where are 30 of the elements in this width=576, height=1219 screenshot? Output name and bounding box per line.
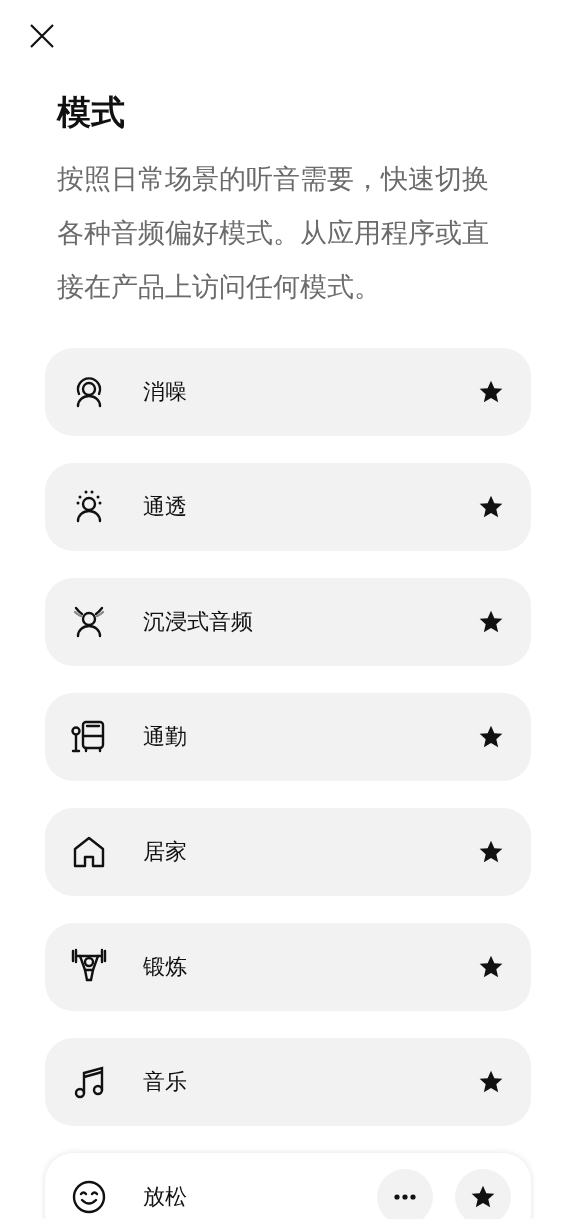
mode-label: 通勤 (143, 723, 188, 751)
mode-label: 消噪 (143, 378, 188, 406)
more-icon (394, 1194, 416, 1200)
mode-card[interactable]: 居家 (45, 808, 531, 896)
description-text: 按照日常场景的听音需要，快速切换各种音频偏好模式。从应用程序或直接在产品上访问任何模式。 (57, 162, 490, 304)
mode-label: 锻炼 (143, 953, 188, 981)
mode-card[interactable]: 消噪 (45, 348, 531, 436)
star-icon (478, 724, 504, 750)
mode-label: 居家 (143, 838, 188, 866)
mode-card[interactable]: 锻炼 (45, 923, 531, 1011)
mode-card[interactable]: 放松 (45, 1153, 531, 1219)
favorite-button[interactable] (455, 1169, 511, 1219)
star-icon (478, 839, 504, 865)
close-icon[interactable] (28, 22, 56, 50)
mode-card[interactable]: 音乐 (45, 1038, 531, 1126)
star-icon (470, 1184, 496, 1210)
star-icon (478, 379, 504, 405)
star-icon (478, 1069, 504, 1095)
mode-label: 放松 (143, 1183, 188, 1211)
mode-card[interactable]: 通透 (45, 463, 531, 551)
mode-card[interactable]: 沉浸式音频 (45, 578, 531, 666)
mode-label: 音乐 (143, 1068, 188, 1096)
star-icon (478, 954, 504, 980)
mode-label: 通透 (143, 493, 188, 521)
star-icon (478, 609, 504, 635)
mode-card[interactable]: 通勤 (45, 693, 531, 781)
star-icon (478, 494, 504, 520)
page-title: 模式 (57, 91, 126, 134)
mode-label: 沉浸式音频 (143, 608, 254, 636)
more-button[interactable] (377, 1169, 433, 1219)
